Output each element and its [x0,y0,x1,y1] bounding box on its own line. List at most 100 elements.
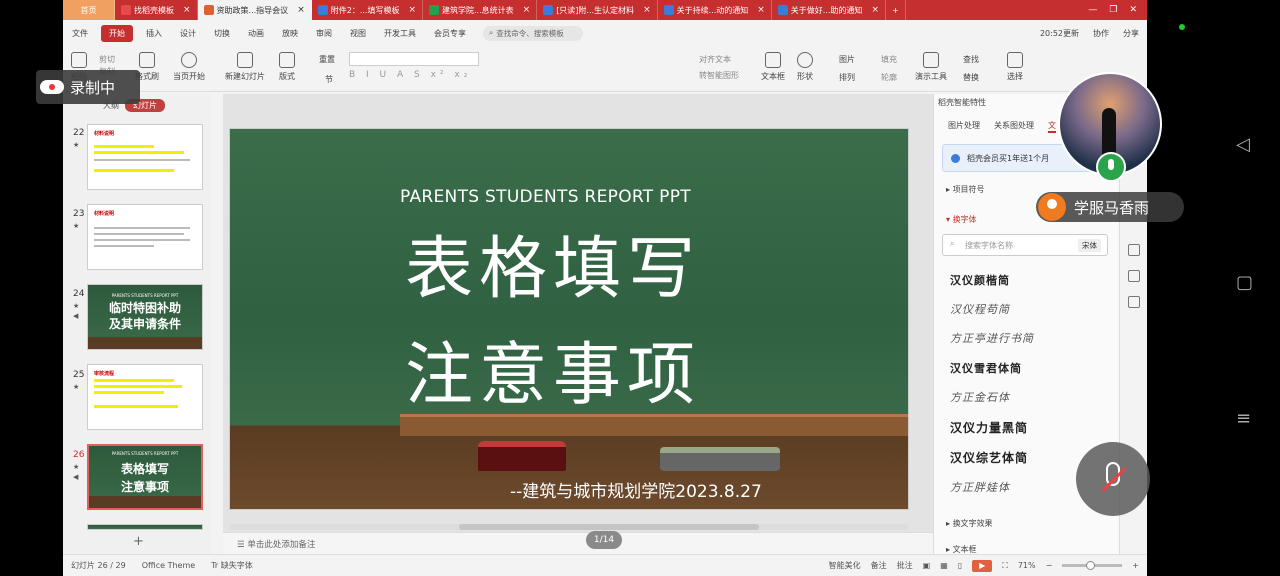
from-start-button[interactable]: 当页开始 [173,52,205,82]
close-tab-icon[interactable]: × [177,5,191,15]
picture-button[interactable]: 图片 [839,54,855,65]
outline-button[interactable]: 轮廓 [881,72,897,83]
slide-signature[interactable]: --建筑与城市规划学院2023.8.27 [510,477,762,502]
slide-thumbnail-23[interactable]: 材料说明 [87,204,203,270]
file-menu[interactable]: 文件 [63,28,97,39]
fill-button[interactable]: 填充 [881,54,897,65]
presenter-tools-button[interactable]: 演示工具 [915,52,947,82]
textbox-button[interactable]: 文本框 [761,52,785,82]
slide-thumbnail-22[interactable]: 材料说明 [87,124,203,190]
slide-thumbnail-25[interactable]: 审核流程 [87,364,203,430]
collab-button[interactable]: 协作 [1093,28,1109,39]
section-button[interactable]: 节 [325,74,333,85]
text-effect-section[interactable]: ▸ 换文字效果 [946,518,993,529]
reading-view-icon[interactable]: ▯ [958,561,962,570]
update-status[interactable]: 20:52更新 [1040,28,1079,39]
menu-member[interactable]: 会员专享 [425,28,475,39]
menu-design[interactable]: 设计 [171,28,205,39]
minimize-icon[interactable]: — [1088,5,1097,15]
menu-start[interactable]: 开始 [101,24,133,42]
close-tab-icon[interactable]: × [517,5,531,15]
font-option[interactable]: 汉仪综艺体简 [950,449,1028,466]
find-button[interactable]: 查找 [963,54,979,65]
font-option[interactable]: 方正金石体 [950,389,1010,405]
menu-view[interactable]: 视图 [341,28,375,39]
home-icon[interactable]: ▢ [1236,272,1253,293]
font-option[interactable]: 方正亭进行书简 [950,330,1034,346]
font-option[interactable]: 汉仪程苟简 [950,301,1010,317]
mute-mic-button[interactable] [1076,442,1150,516]
sorter-view-icon[interactable]: ▦ [940,561,948,570]
recording-indicator[interactable]: 录制中 [36,70,140,104]
close-window-icon[interactable]: ✕ [1129,5,1137,15]
command-search[interactable]: ⌕ 查找命令、搜索模板 [483,25,583,41]
shape-button[interactable]: 形状 [797,52,813,82]
close-tab-icon[interactable]: × [291,5,305,15]
document-tab[interactable]: 关于做好...助的通知 × [772,0,886,20]
tab-home[interactable]: 首页 [63,0,115,20]
current-slide[interactable]: PARENTS STUDENTS REPORT PPT 表格填写 注意事项 --… [229,128,909,510]
zoom-slider[interactable] [1062,561,1123,570]
recents-icon[interactable]: ≡ [1236,408,1251,429]
menu-animation[interactable]: 动画 [239,28,273,39]
cut-button[interactable]: 剪切 [99,54,115,65]
tab-image-processing[interactable]: 图片处理 [948,120,980,133]
back-icon[interactable]: ◁ [1236,134,1250,155]
fit-icon[interactable]: ⛶ [1002,561,1008,571]
font-search-input[interactable]: ⌕ 搜索字体名称 宋体 [942,234,1108,256]
restore-icon[interactable]: ❐ [1109,5,1117,15]
font-name-select[interactable] [349,52,479,66]
bullet-section[interactable]: ▸ 项目符号 [946,184,985,195]
document-tab[interactable]: 关于持续...动的通知 × [658,0,772,20]
font-option[interactable]: 汉仪雪君体简 [950,360,1022,376]
font-option[interactable]: 汉仪力量黑简 [950,419,1028,436]
slide-title-line2[interactable]: 注意事项 [405,319,701,418]
reset-button[interactable]: 重置 [319,54,335,65]
play-slideshow-button[interactable]: ▶ [972,559,993,572]
font-format-buttons[interactable]: B I U A S x² x₂ [349,70,489,82]
sidebar-tool-icon[interactable] [1128,244,1140,256]
menu-transition[interactable]: 切换 [205,28,239,39]
document-tab[interactable]: 资助政策...指导会议 × [197,0,312,20]
replace-button[interactable]: 替换 [963,72,979,83]
menu-insert[interactable]: 插入 [137,28,171,39]
menu-review[interactable]: 审阅 [307,28,341,39]
close-tab-icon[interactable]: × [402,5,416,15]
slide-subtitle[interactable]: PARENTS STUDENTS REPORT PPT [400,187,691,207]
font-option[interactable]: 方正胖娃体 [950,479,1010,495]
mic-on-icon[interactable] [1096,152,1126,182]
add-slide-button[interactable]: + [133,534,144,549]
document-tab[interactable]: 找稻壳模板 × [115,0,198,20]
horizontal-scrollbar[interactable] [229,524,909,530]
document-tab[interactable]: 建筑学院...息统计表 × [423,0,538,20]
notes-toggle[interactable]: 备注 [871,560,887,571]
font-filter-button[interactable]: 宋体 [1078,239,1101,252]
document-tab[interactable]: 附件2：...填写模板 × [312,0,423,20]
slide-thumbnail-24[interactable]: PARENTS STUDENTS REPORT PPT 临时特困补助 及其申请条… [87,284,203,350]
slide-title-line1[interactable]: 表格填写 [405,213,701,312]
tab-text[interactable]: 文 [1048,120,1056,133]
sidebar-tool-icon[interactable] [1128,296,1140,308]
new-slide-button[interactable]: 新建幻灯片 [225,52,265,82]
layout-button[interactable]: 版式 [279,52,295,82]
font-option[interactable]: 汉仪颜楷简 [950,272,1010,288]
zoom-in-icon[interactable]: + [1132,561,1139,570]
normal-view-icon[interactable]: ▣ [923,561,931,570]
replace-font-section[interactable]: ▾ 换字体 [946,214,977,225]
smartart-button[interactable]: 转智能图形 [699,70,739,81]
document-tab[interactable]: [只读]附...生认定材料 × [537,0,658,20]
align-text-button[interactable]: 对齐文本 [699,54,731,65]
sidebar-tool-icon[interactable] [1128,270,1140,282]
close-tab-icon[interactable]: × [751,5,765,15]
menu-slideshow[interactable]: 放映 [273,28,307,39]
arrange-button[interactable]: 排列 [839,72,855,83]
missing-font-button[interactable]: Tr 缺失字体 [203,560,261,571]
beautify-button[interactable]: 智能美化 [829,560,861,571]
zoom-out-icon[interactable]: − [1046,561,1053,570]
slide-thumbnail-26[interactable]: PARENTS STUDENTS REPORT PPT 表格填写 注意事项 [87,444,203,510]
new-tab-button[interactable]: + [886,0,906,20]
comment-button[interactable]: 批注 [897,560,913,571]
close-tab-icon[interactable]: × [637,5,651,15]
close-tab-icon[interactable]: × [865,5,879,15]
share-button[interactable]: 分享 [1123,28,1139,39]
